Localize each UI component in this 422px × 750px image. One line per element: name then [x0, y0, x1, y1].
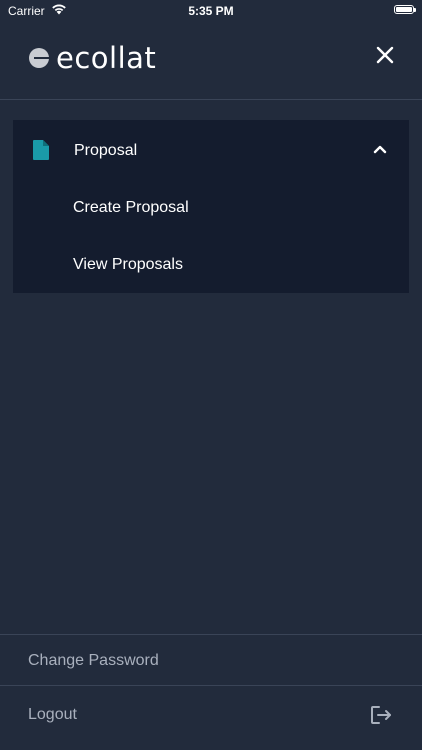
status-time: 5:35 PM: [188, 4, 234, 18]
drawer-header: ecollat: [0, 22, 422, 100]
chevron-up-icon[interactable]: [373, 144, 387, 154]
battery-icon: [394, 5, 414, 14]
proposal-menu-group: Proposal Create Proposal View Proposals: [13, 120, 409, 293]
logo-mark-icon: [29, 48, 49, 68]
proposal-menu-title: Proposal: [74, 142, 138, 159]
logout-link[interactable]: Logout: [28, 706, 77, 724]
app-logo: ecollat: [28, 41, 157, 75]
close-icon[interactable]: [374, 44, 396, 66]
footer-divider: [0, 685, 422, 686]
proposal-menu-header[interactable]: Proposal: [13, 120, 409, 180]
view-proposals-link[interactable]: View Proposals: [73, 256, 183, 274]
logout-icon[interactable]: [370, 705, 392, 725]
battery-tip: [414, 8, 416, 12]
battery-level: [396, 7, 412, 12]
status-bar: Carrier 5:35 PM: [0, 0, 422, 22]
change-password-link[interactable]: Change Password: [28, 652, 159, 670]
create-proposal-link[interactable]: Create Proposal: [73, 199, 189, 217]
logo-text: ecollat: [56, 41, 157, 75]
document-icon: [33, 140, 49, 160]
footer-divider: [0, 634, 422, 635]
